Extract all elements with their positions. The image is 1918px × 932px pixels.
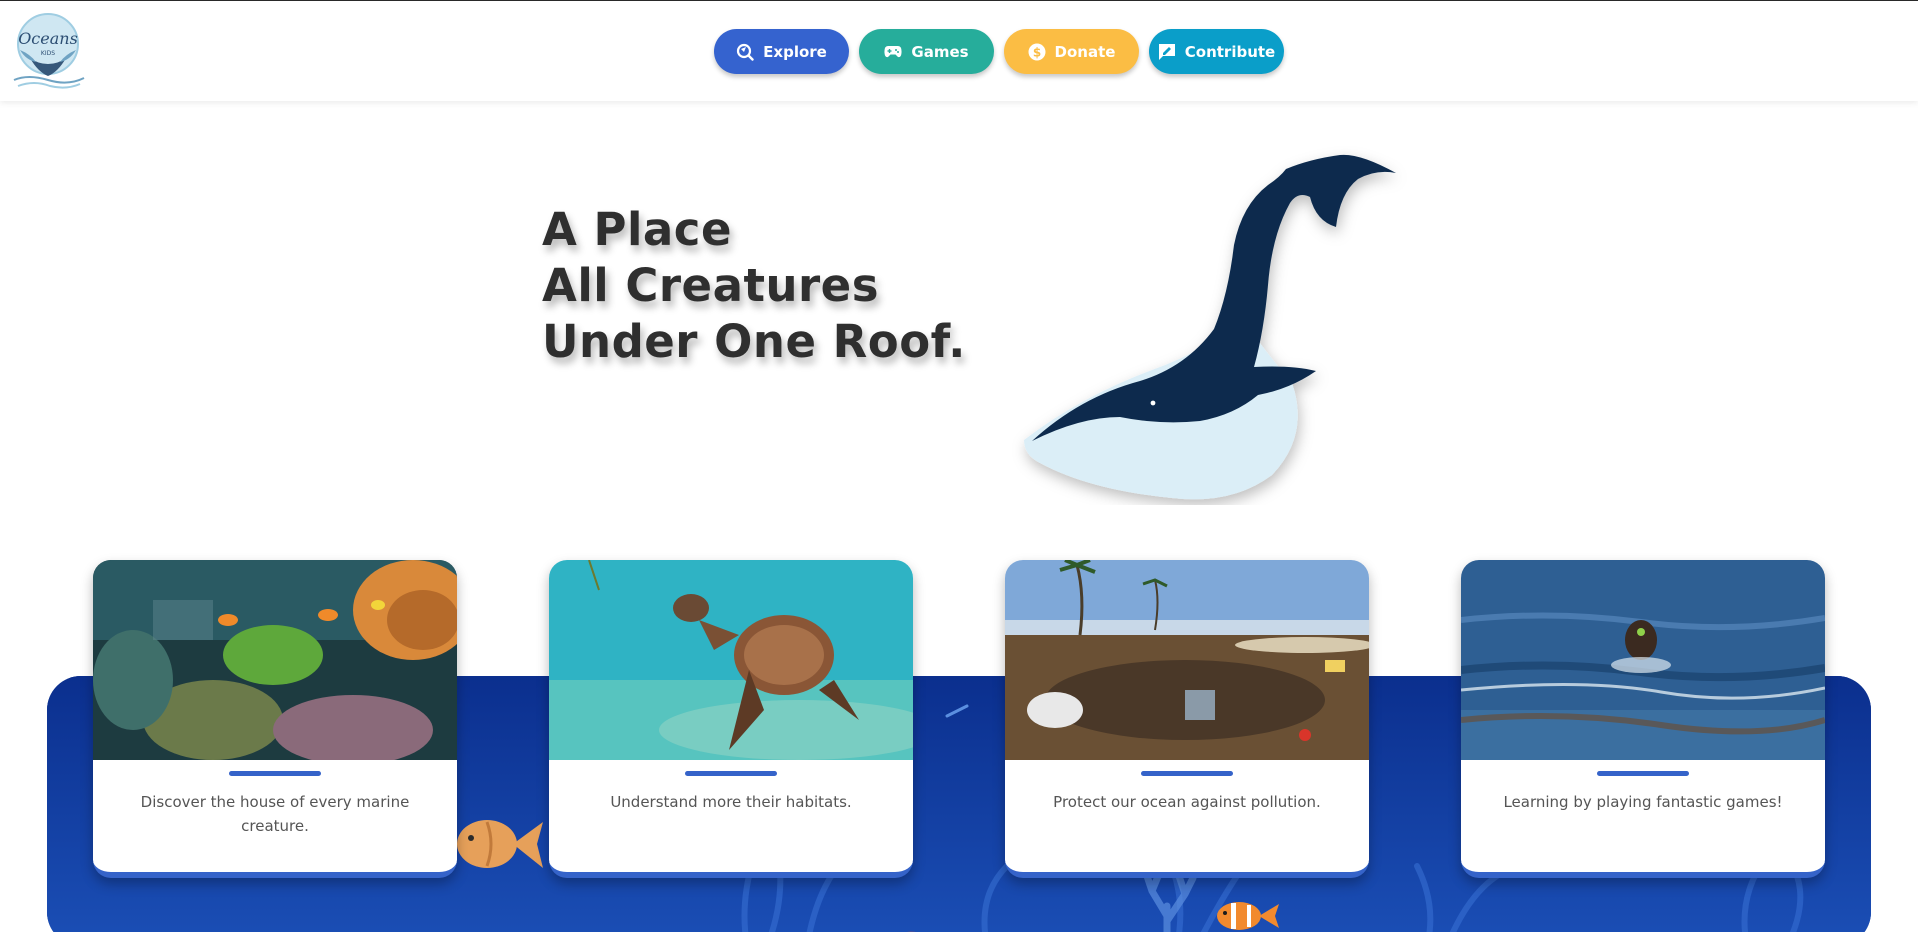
feature-card-pollution[interactable]: Protect our ocean against pollution. <box>1005 560 1369 878</box>
feature-card-habitats[interactable]: Understand more their habitats. <box>549 560 913 878</box>
explore-label: Explore <box>763 42 827 61</box>
gamepad-icon <box>884 45 902 59</box>
explore-button[interactable]: Explore <box>714 29 849 74</box>
card-image-sea-turtle <box>549 560 913 760</box>
oceans-kids-logo[interactable]: Oceans KIDS <box>8 10 88 90</box>
card-accent-bar <box>685 771 777 776</box>
logo-subtext: KIDS <box>41 50 55 57</box>
card-accent-bar <box>1597 771 1689 776</box>
explore-icon <box>736 43 754 61</box>
card-image-dog-in-sea <box>1461 560 1825 760</box>
logo-text: Oceans <box>18 29 78 48</box>
card-description: Discover the house of every marine creat… <box>140 793 410 835</box>
donate-label: Donate <box>1054 42 1116 61</box>
feature-card-explore[interactable]: Discover the house of every marine creat… <box>93 560 457 878</box>
games-label: Games <box>911 42 969 61</box>
card-image-polluted-beach <box>1005 560 1369 760</box>
contribute-button[interactable]: Contribute <box>1149 29 1284 74</box>
card-description: Protect our ocean against pollution. <box>1053 793 1321 811</box>
hero-line-2: All Creatures <box>542 259 879 312</box>
edit-message-icon <box>1158 43 1176 61</box>
nav-button-group: Explore Games $ Donate Contribute <box>714 29 1284 74</box>
contribute-label: Contribute <box>1184 42 1276 61</box>
whale-illustration <box>1010 145 1410 505</box>
games-button[interactable]: Games <box>859 29 994 74</box>
hero-headline: A Place All Creatures Under One Roof. <box>542 202 966 370</box>
dollar-coin-icon: $ <box>1028 43 1046 61</box>
card-accent-bar <box>229 771 321 776</box>
card-image-coral-reef <box>93 560 457 760</box>
logo-graphic: Oceans KIDS <box>13 13 85 89</box>
hero-line-3: Under One Roof. <box>542 315 966 368</box>
card-description: Learning by playing fantastic games! <box>1503 793 1783 811</box>
top-navigation-bar: Oceans KIDS Explore Games $ Donate Contr… <box>0 1 1918 101</box>
feature-card-games[interactable]: Learning by playing fantastic games! <box>1461 560 1825 878</box>
hero-line-1: A Place <box>542 203 732 256</box>
card-accent-bar <box>1141 771 1233 776</box>
donate-button[interactable]: $ Donate <box>1004 29 1139 74</box>
svg-text:$: $ <box>1032 45 1040 59</box>
card-description: Understand more their habitats. <box>610 793 852 811</box>
